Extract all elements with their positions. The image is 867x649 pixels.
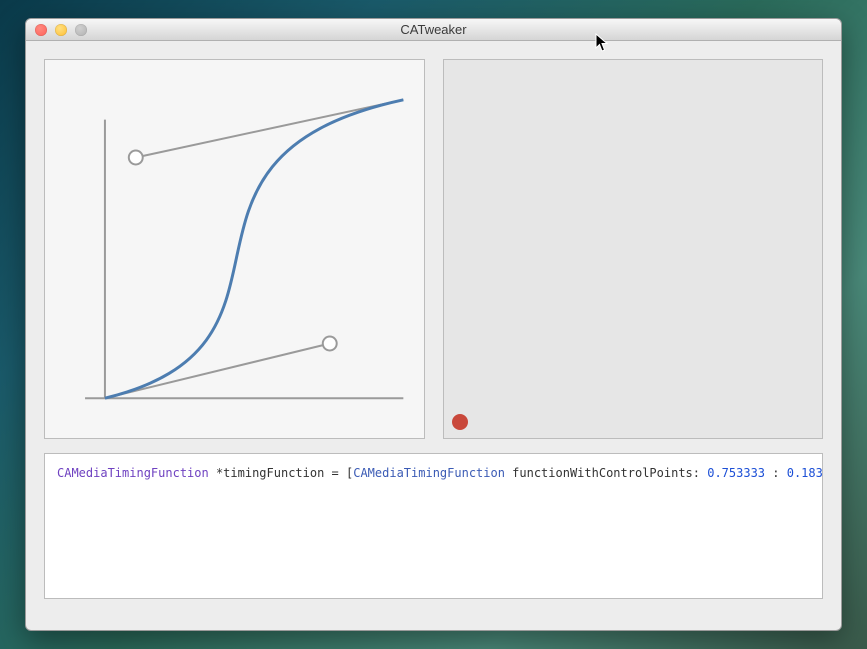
minimize-button[interactable]: [55, 24, 67, 36]
control-handle-1-line: [105, 344, 330, 399]
window-title: CATweaker: [26, 22, 841, 37]
animation-preview-panel[interactable]: [443, 59, 824, 439]
curve-chart: [45, 60, 424, 438]
code-output-panel[interactable]: CAMediaTimingFunction *timingFunction = …: [44, 453, 823, 599]
control-handle-2-line: [136, 100, 404, 158]
code-token-class: CAMediaTimingFunction: [57, 466, 209, 480]
code-token-method: functionWithControlPoints:: [505, 466, 707, 480]
app-window: CATweaker: [25, 18, 842, 631]
preview-dot: [452, 414, 468, 430]
close-button[interactable]: [35, 24, 47, 36]
control-point-2[interactable]: [129, 151, 143, 165]
bezier-curve: [105, 100, 403, 398]
titlebar[interactable]: CATweaker: [26, 19, 841, 41]
traffic-lights: [35, 24, 87, 36]
window-content: CAMediaTimingFunction *timingFunction = …: [26, 41, 841, 630]
code-token-class2: CAMediaTimingFunction: [353, 466, 505, 480]
curve-editor-panel[interactable]: [44, 59, 425, 439]
code-sep1: :: [765, 466, 787, 480]
control-point-1[interactable]: [323, 337, 337, 351]
panels-row: [44, 59, 823, 439]
code-token-p1: 0.753333: [707, 466, 765, 480]
code-token-p2: 0.183333: [787, 466, 823, 480]
zoom-button[interactable]: [75, 24, 87, 36]
code-token-decl: *timingFunction = [: [209, 466, 354, 480]
